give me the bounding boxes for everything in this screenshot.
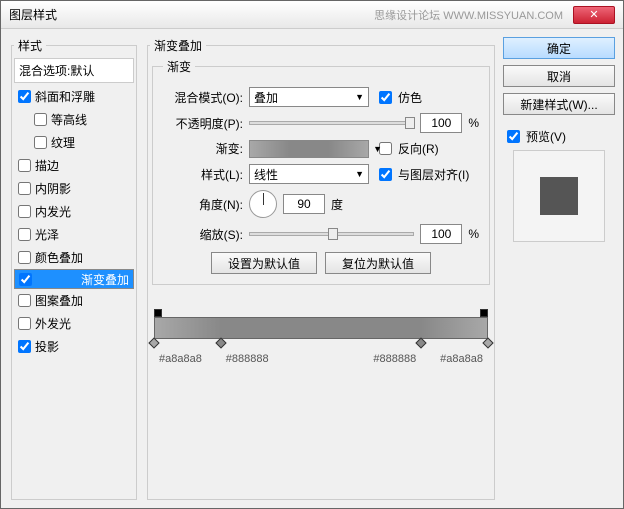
gradient-overlay-panel: 渐变叠加 渐变 混合模式(O): 叠加▼ 仿色 不透明度(P): 100 [147,37,495,500]
blend-mode-select[interactable]: 叠加▼ [249,87,369,107]
style-label: 样式(L): [163,166,243,183]
titlebar: 图层样式 思缘设计论坛 WWW.MISSYUAN.COM ✕ [1,1,623,29]
dither-checkbox[interactable]: 仿色 [375,88,422,107]
preview-box [513,150,605,242]
style-item-11[interactable]: 投影 [14,335,134,358]
style-item-4[interactable]: 内阴影 [14,177,134,200]
color-stop[interactable]: #a8a8a8 [483,339,493,351]
preview-checkbox[interactable]: 预览(V) [503,127,615,146]
inner-legend: 渐变 [163,58,195,75]
color-stop-label: #a8a8a8 [440,353,483,365]
style-item-8[interactable]: 渐变叠加 [14,269,134,289]
color-stop[interactable]: #888888 [216,339,226,351]
style-item-0[interactable]: 斜面和浮雕 [14,85,134,108]
angle-label: 角度(N): [163,196,243,213]
angle-dial[interactable] [249,190,277,218]
gradient-bar[interactable] [154,317,488,339]
color-stop[interactable]: #a8a8a8 [149,339,159,351]
color-stop-label: #a8a8a8 [159,353,202,365]
scale-input[interactable]: 100 [420,224,462,244]
dialog-buttons: 确定 取消 新建样式(W)... 预览(V) [503,37,615,500]
color-stop[interactable]: #888888 [416,339,426,351]
style-item-10[interactable]: 外发光 [14,312,134,335]
styles-legend: 样式 [14,37,46,54]
preview-swatch [540,177,578,215]
ok-button[interactable]: 确定 [503,37,615,59]
color-stop-label: #888888 [373,353,416,365]
chevron-down-icon: ▼ [373,144,382,154]
opacity-slider[interactable] [249,121,414,125]
style-item-6[interactable]: 光泽 [14,223,134,246]
opacity-stop[interactable] [480,309,488,317]
chevron-down-icon: ▼ [355,169,364,179]
reset-default-button[interactable]: 复位为默认值 [325,252,431,274]
make-default-button[interactable]: 设置为默认值 [211,252,317,274]
styles-panel: 样式 混合选项:默认 斜面和浮雕等高线纹理描边内阴影内发光光泽颜色叠加渐变叠加图… [11,37,137,500]
close-button[interactable]: ✕ [573,6,615,24]
style-item-9[interactable]: 图案叠加 [14,289,134,312]
scale-label: 缩放(S): [163,226,243,243]
angle-input[interactable]: 90 [283,194,325,214]
align-checkbox[interactable]: 与图层对齐(I) [375,165,469,184]
style-item-2[interactable]: 纹理 [14,131,134,154]
gradient-picker[interactable]: ▼ [249,140,369,158]
gradient-label: 渐变: [163,140,243,157]
scale-slider[interactable] [249,232,414,236]
gradient-editor: #a8a8a8#888888#888888#a8a8a8 [154,305,488,359]
blend-options-header[interactable]: 混合选项:默认 [14,58,134,83]
new-style-button[interactable]: 新建样式(W)... [503,93,615,115]
panel-legend: 渐变叠加 [150,37,206,54]
opacity-label: 不透明度(P): [163,115,243,132]
style-item-1[interactable]: 等高线 [14,108,134,131]
style-select[interactable]: 线性▼ [249,164,369,184]
cancel-button[interactable]: 取消 [503,65,615,87]
style-item-3[interactable]: 描边 [14,154,134,177]
style-item-5[interactable]: 内发光 [14,200,134,223]
color-stop-label: #888888 [226,353,269,365]
layer-style-dialog: 图层样式 思缘设计论坛 WWW.MISSYUAN.COM ✕ 样式 混合选项:默… [0,0,624,509]
opacity-input[interactable]: 100 [420,113,462,133]
gradient-group: 渐变 混合模式(O): 叠加▼ 仿色 不透明度(P): 100 % [152,58,490,285]
blend-mode-label: 混合模式(O): [163,89,243,106]
reverse-checkbox[interactable]: 反向(R) [375,139,439,158]
chevron-down-icon: ▼ [355,92,364,102]
opacity-stop[interactable] [154,309,162,317]
watermark: 思缘设计论坛 WWW.MISSYUAN.COM [374,7,563,23]
style-item-7[interactable]: 颜色叠加 [14,246,134,269]
